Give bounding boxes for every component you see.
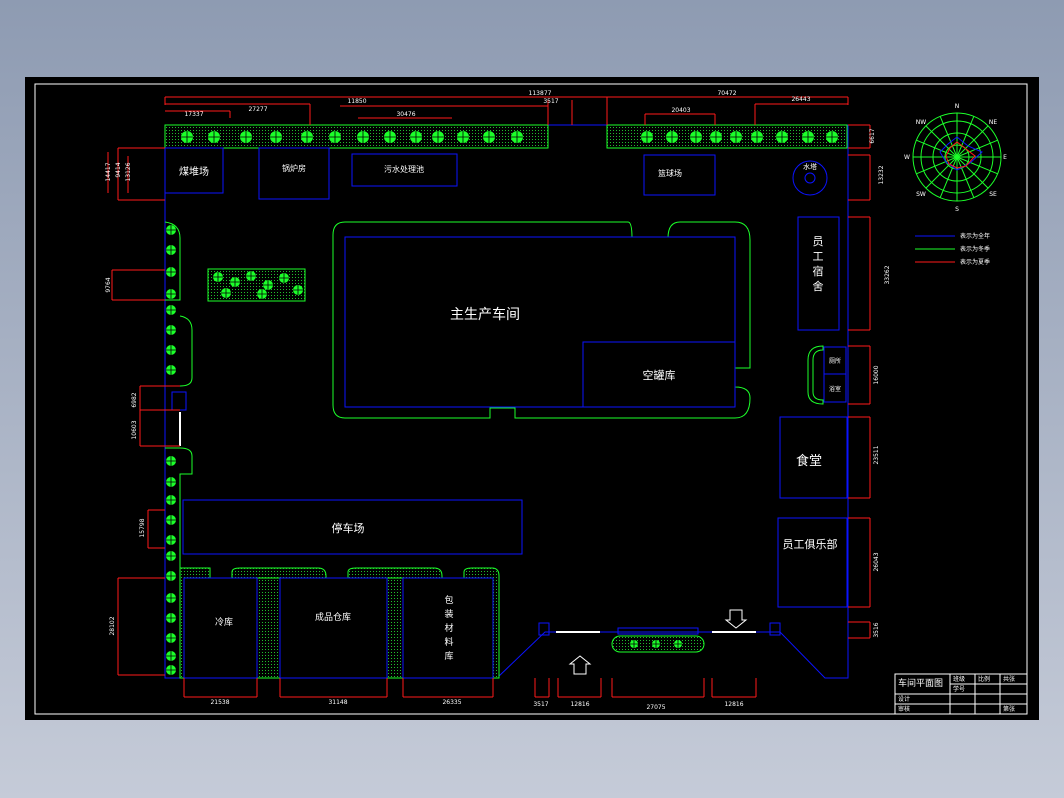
dim-right-c: 33262 — [884, 265, 891, 284]
title-total: 共张 — [1003, 675, 1015, 683]
legend-winter: 表示为冬季 — [960, 245, 990, 253]
toilet-label: 厕所 — [829, 357, 841, 365]
canteen-label: 食堂 — [796, 453, 822, 469]
packaging-char-2: 装 — [444, 608, 453, 620]
dim-top-f: 70472 — [717, 90, 736, 97]
club-label: 员工俱乐部 — [783, 537, 838, 551]
dim-top-c: 11850 — [347, 98, 366, 105]
legend-summer: 表示为夏季 — [960, 258, 990, 266]
title-sheet: 第张 — [1003, 705, 1015, 713]
dim-left-g: 15798 — [139, 518, 146, 537]
dim-top-g: 20403 — [671, 107, 690, 114]
compass-s: S — [955, 206, 959, 213]
dim-right-e: 23511 — [873, 445, 880, 464]
dim-total-top: 113877 — [529, 90, 552, 97]
dim-bottom-b: 31148 — [328, 699, 347, 706]
dim-bottom-a: 21538 — [210, 699, 229, 706]
dim-top-a: 17337 — [184, 111, 203, 118]
dim-top-h: 26443 — [791, 96, 810, 103]
dim-top-e: 3517 — [543, 98, 558, 105]
packaging-char-5: 库 — [444, 650, 453, 662]
dim-right-b: 13232 — [878, 165, 885, 184]
dim-top-d: 30476 — [396, 111, 415, 118]
packaging-char-1: 包 — [444, 594, 453, 606]
compass-n: N — [955, 103, 960, 110]
sewage-label: 污水处理池 — [384, 164, 424, 174]
dim-right-d: 16000 — [873, 365, 880, 384]
dim-left-f: 10603 — [131, 420, 138, 439]
boiler-room-label: 锅炉房 — [282, 163, 306, 173]
dim-left-e: 6982 — [131, 392, 138, 407]
parking-label: 停车场 — [332, 521, 365, 535]
title-name: 车间平面图 — [898, 677, 943, 689]
dim-right-f: 26043 — [873, 552, 880, 571]
dim-left-b: 9414 — [115, 162, 122, 177]
dim-left-c: 13126 — [125, 162, 132, 181]
dim-bottom-f: 27075 — [646, 704, 665, 711]
packaging-char-4: 料 — [444, 636, 453, 648]
court-label: 篮球场 — [658, 168, 682, 178]
title-review: 审核 — [898, 705, 910, 713]
product-warehouse-label: 成品仓库 — [315, 611, 351, 623]
legend-annual: 表示为全年 — [960, 232, 990, 240]
dim-bottom-e: 12816 — [570, 701, 589, 708]
title-scale: 比例 — [978, 675, 990, 683]
main-workshop-label: 主生产车间 — [450, 306, 520, 323]
dim-bottom-g: 12816 — [724, 701, 743, 708]
dorm-char-1: 员 — [813, 235, 824, 248]
cold-storage — [183, 577, 258, 679]
dorm-char-3: 宿 — [813, 264, 824, 278]
title-design: 设计 — [898, 695, 910, 703]
compass-nw: NW — [916, 119, 926, 126]
compass-w: W — [904, 154, 910, 161]
water-tower-label: 水塔 — [803, 162, 817, 171]
dim-right-g: 3516 — [873, 622, 880, 637]
compass-sw: SW — [916, 191, 926, 198]
compass-e: E — [1003, 154, 1007, 161]
compass-se: SE — [989, 191, 997, 198]
coal-yard-label: 煤堆场 — [179, 165, 209, 178]
dim-right-a: 6617 — [869, 128, 876, 143]
dorm-char-2: 工 — [813, 250, 824, 263]
title-class: 班级 — [953, 675, 965, 683]
cad-drawing: 主生产车间 空罐库 煤堆场 锅炉房 污水处理池 篮球场 水塔 员 工 宿 舍 厕… — [25, 77, 1039, 720]
dim-left-h: 28102 — [109, 616, 116, 635]
dim-left-a: 14417 — [105, 162, 112, 181]
bath-label: 浴室 — [829, 385, 841, 393]
empty-tank-label: 空罐库 — [643, 368, 676, 382]
dim-bottom-d: 3517 — [533, 701, 548, 708]
cold-storage-label: 冷库 — [215, 616, 233, 628]
dim-top-b: 27277 — [248, 106, 267, 113]
dim-left-d: 9764 — [105, 277, 112, 292]
dorm-char-4: 舍 — [813, 279, 824, 293]
title-id: 学号 — [953, 685, 965, 693]
packaging-char-3: 材 — [444, 622, 453, 634]
dim-bottom-c: 26335 — [442, 699, 461, 706]
product-warehouse — [279, 577, 388, 679]
compass-ne: NE — [989, 119, 997, 126]
